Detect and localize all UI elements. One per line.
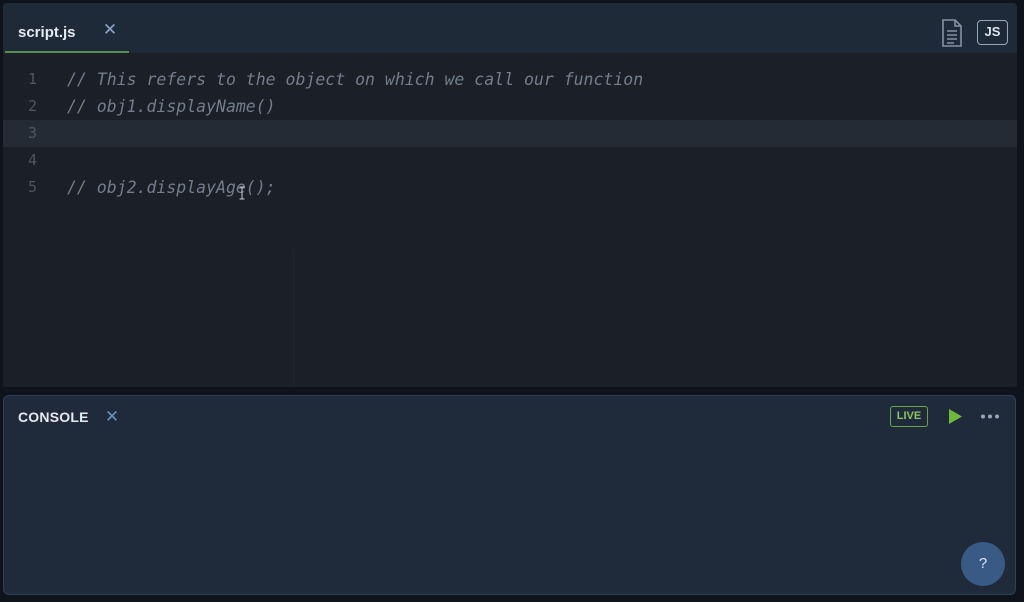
code-line-5[interactable]: 5 // obj2.displayAge(); xyxy=(3,174,1017,201)
live-toggle[interactable]: LIVE xyxy=(890,406,928,427)
line-number: 4 xyxy=(27,151,37,169)
close-icon[interactable]: ✕ xyxy=(100,20,120,40)
text-cursor-icon xyxy=(239,186,245,200)
line-number: 2 xyxy=(27,97,37,115)
close-icon[interactable]: ✕ xyxy=(102,407,122,427)
run-button[interactable] xyxy=(946,407,964,426)
line-number: 5 xyxy=(27,178,37,196)
console-panel: CONSOLE ✕ LIVE ? xyxy=(3,395,1016,595)
line-number: 1 xyxy=(27,70,37,88)
indent-guide xyxy=(293,249,294,387)
console-title: CONSOLE xyxy=(18,409,89,425)
more-options-button[interactable] xyxy=(978,407,1002,426)
code-line-4[interactable]: 4 xyxy=(3,147,1017,174)
code-text[interactable]: // This refers to the object on which we… xyxy=(67,66,643,93)
line-number: 3 xyxy=(27,124,37,142)
tab-label: script.js xyxy=(18,24,76,41)
ellipsis-icon xyxy=(981,414,999,419)
document-icon[interactable] xyxy=(939,18,965,48)
editor-panel: script.js ✕ JS 1 // This refers to the o… xyxy=(3,3,1017,387)
help-button[interactable]: ? xyxy=(961,542,1005,586)
code-line-2[interactable]: 2 // obj1.displayName() xyxy=(3,93,1017,120)
play-icon xyxy=(949,409,962,424)
code-line-1[interactable]: 1 // This refers to the object on which … xyxy=(3,66,1017,93)
code-line-3[interactable]: 3 xyxy=(3,120,1017,147)
tab-script-js[interactable]: script.js ✕ xyxy=(5,15,129,53)
editor-tab-bar: script.js ✕ JS xyxy=(3,3,1017,53)
code-playground: script.js ✕ JS 1 // This refers to the o… xyxy=(0,0,1024,602)
code-editor[interactable]: 1 // This refers to the object on which … xyxy=(3,53,1017,387)
code-text[interactable]: // obj1.displayName() xyxy=(67,93,276,120)
language-badge[interactable]: JS xyxy=(977,20,1008,45)
